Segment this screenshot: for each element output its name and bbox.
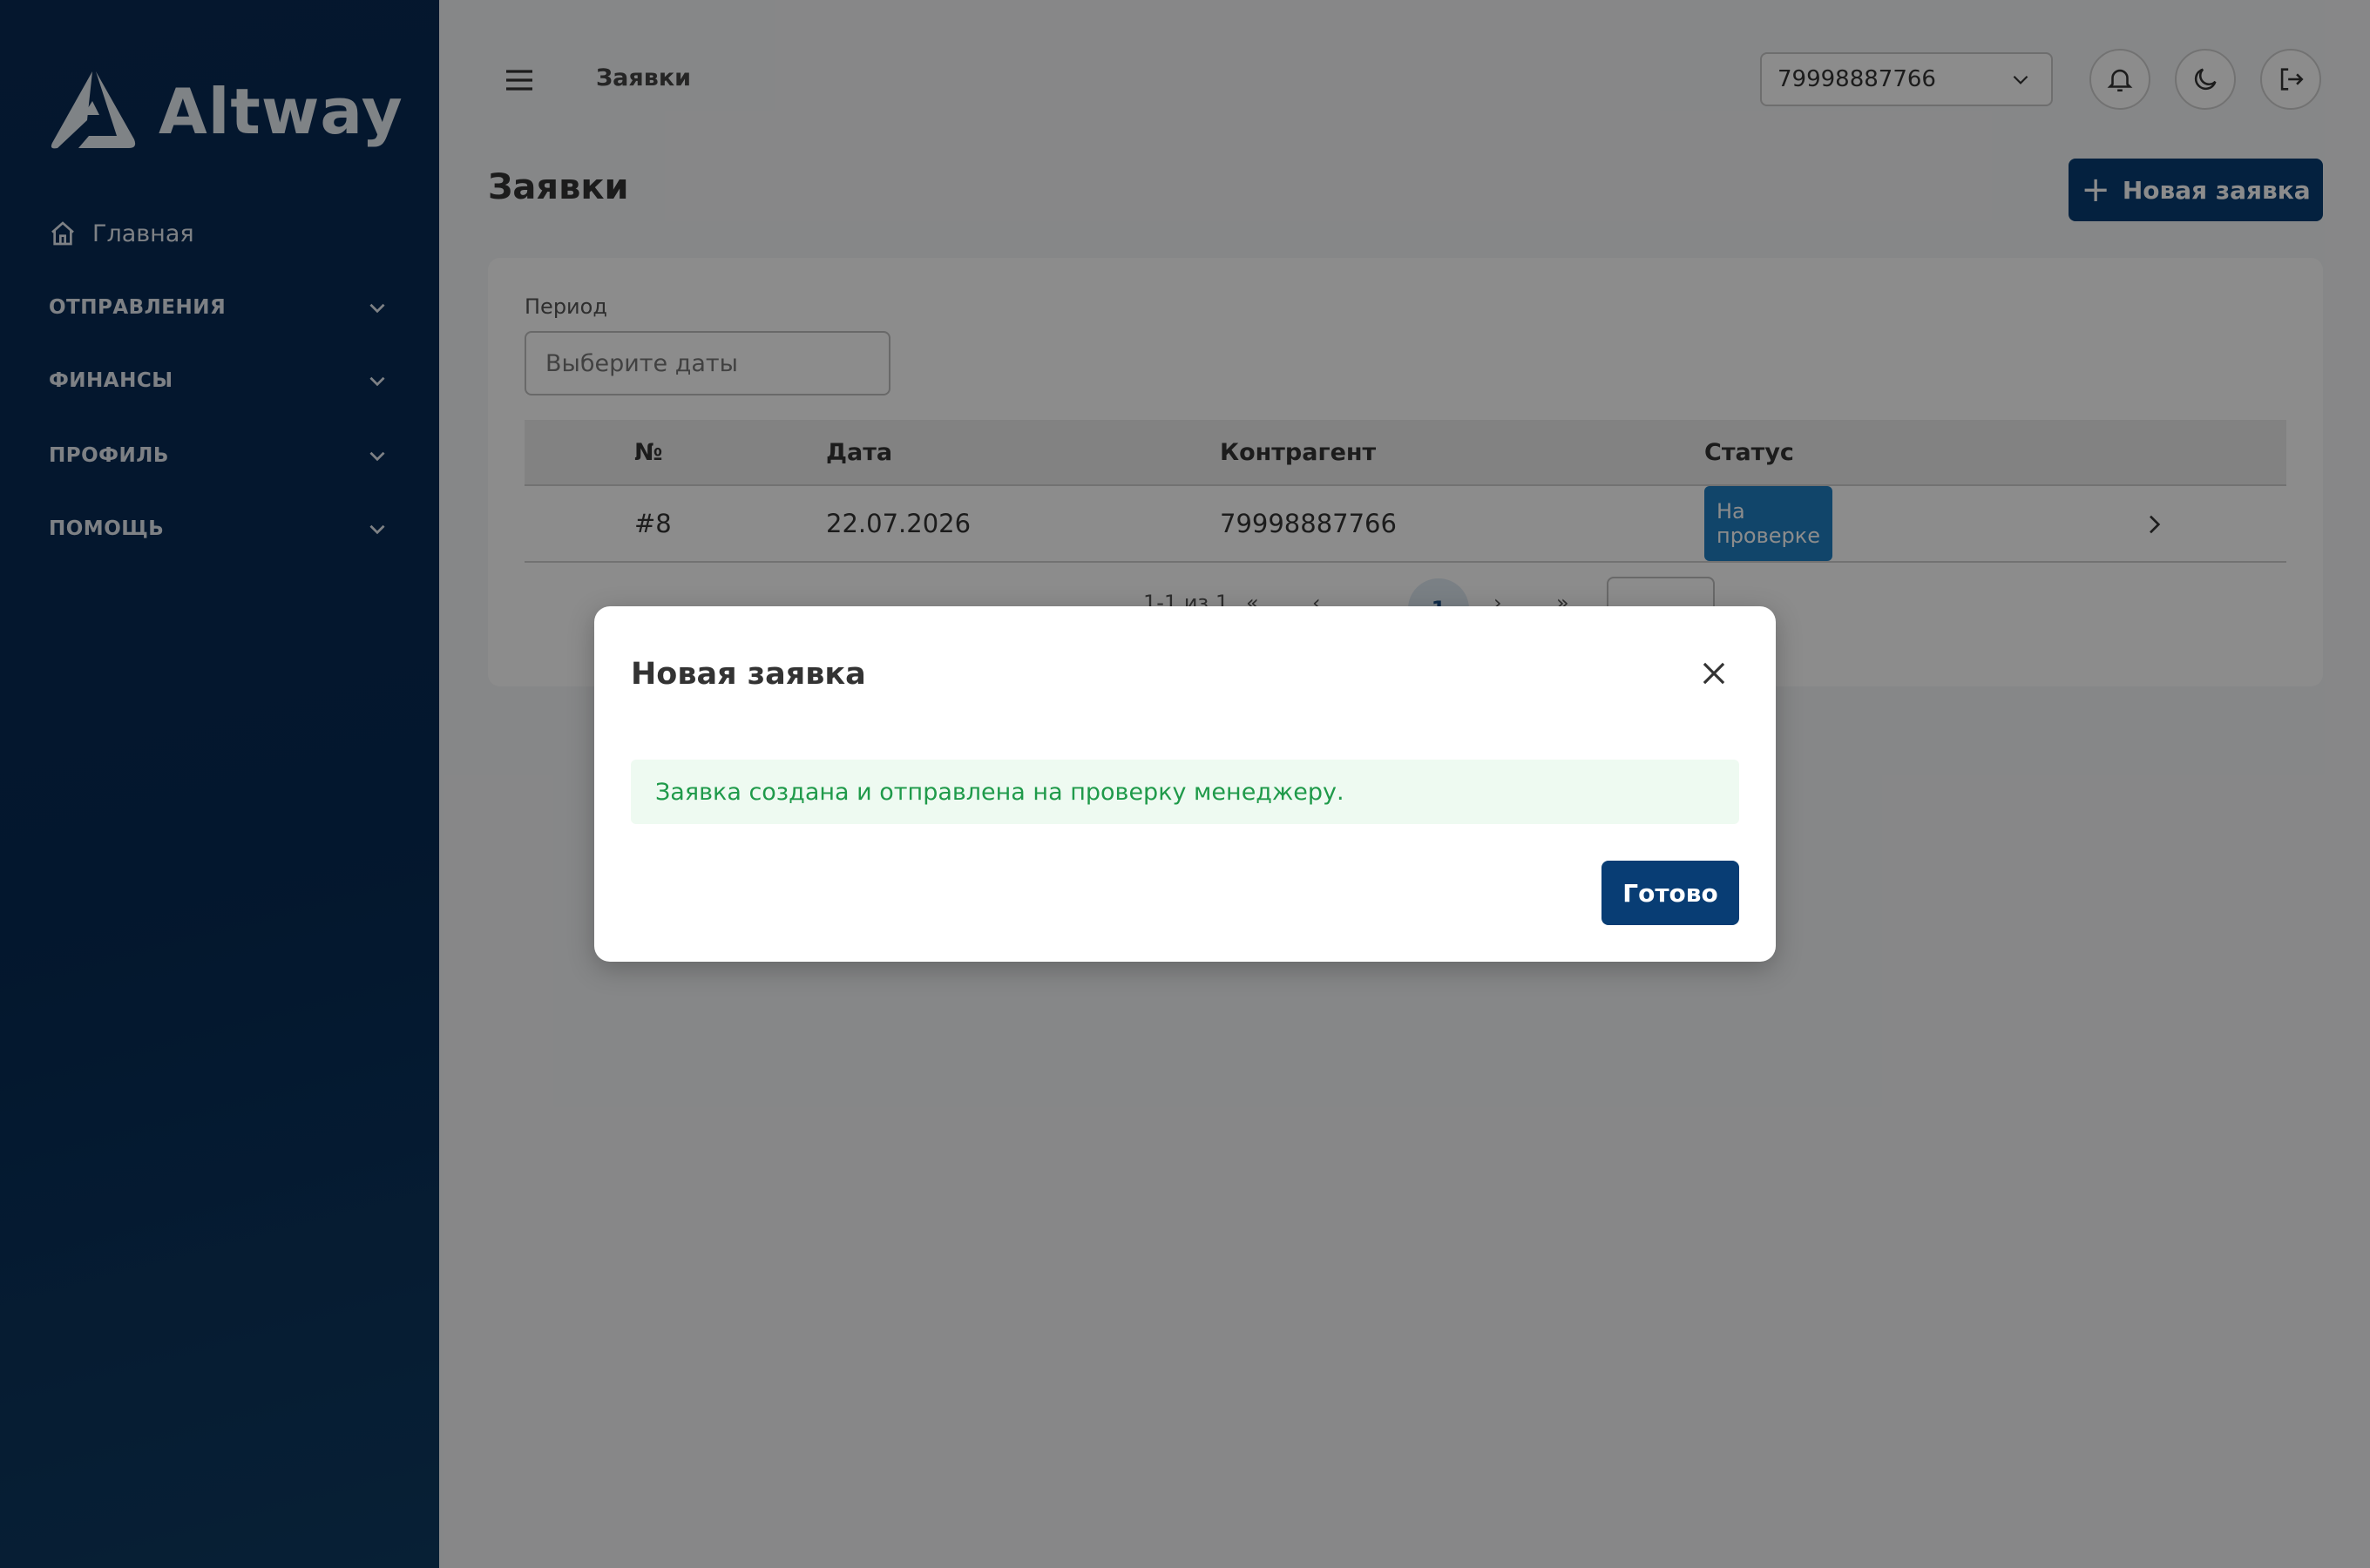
new-request-modal: Новая заявка Заявка создана и отправлена… [594,606,1776,962]
done-button[interactable]: Готово [1601,861,1739,925]
close-icon[interactable] [1697,657,1730,690]
success-message: Заявка создана и отправлена на проверку … [631,760,1739,824]
modal-title: Новая заявка [631,657,866,692]
